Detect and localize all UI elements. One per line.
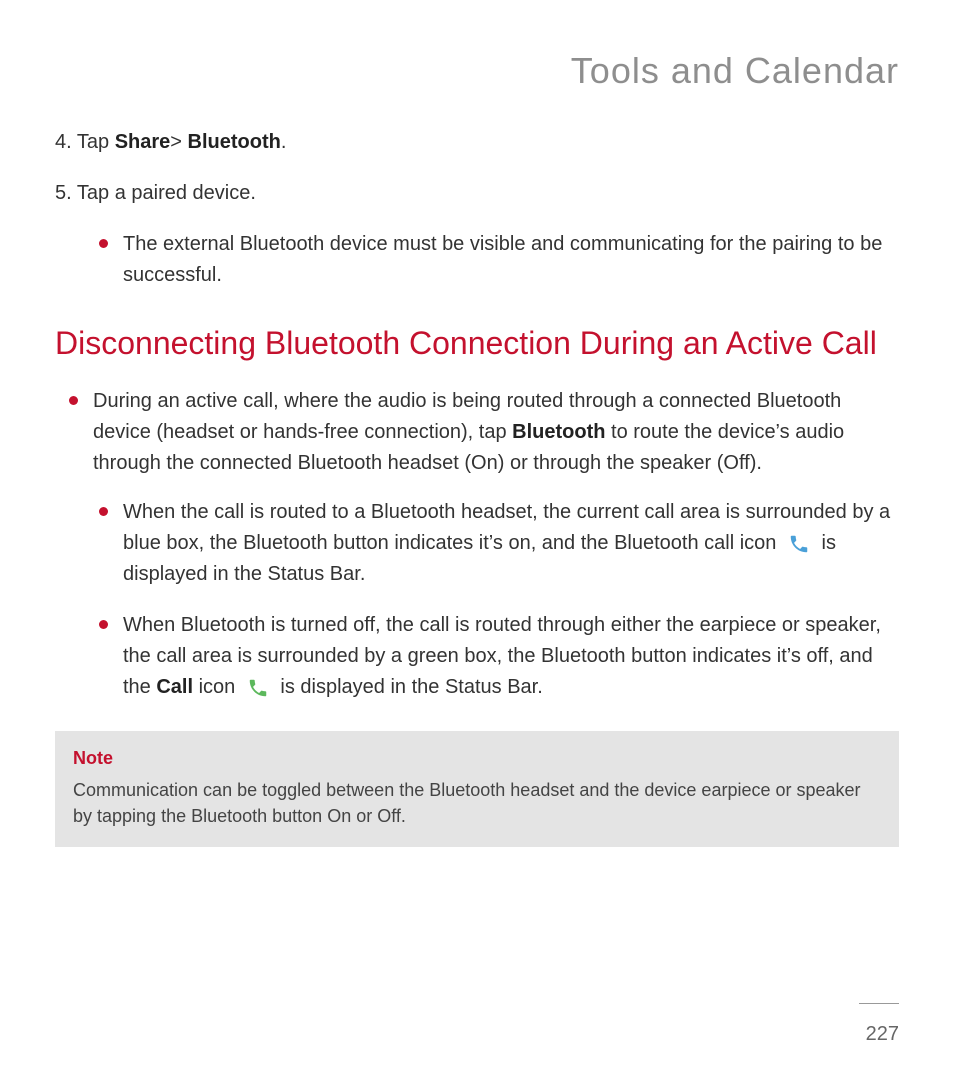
text: When the call is routed to a Bluetooth h… [123, 501, 890, 554]
manual-page: Tools and Calendar 4. Tap Share> Bluetoo… [0, 0, 954, 1074]
bold-bluetooth: Bluetooth [512, 421, 605, 443]
list-item: When the call is routed to a Bluetooth h… [123, 497, 899, 590]
step-number: 5. [55, 182, 72, 204]
list-item: When Bluetooth is turned off, the call i… [123, 610, 899, 703]
step-5-sub-list: The external Bluetooth device must be vi… [55, 229, 899, 291]
note-title: Note [73, 745, 881, 771]
list-item: During an active call, where the audio i… [93, 386, 899, 479]
section-title: Tools and Calendar [55, 50, 899, 92]
bold-bluetooth: Bluetooth [188, 131, 281, 153]
list-item: The external Bluetooth device must be vi… [123, 229, 899, 291]
footer-rule [859, 1003, 899, 1004]
step-text: Tap [77, 131, 115, 153]
bluetooth-call-icon [788, 533, 810, 555]
separator: > [170, 131, 187, 153]
step-text-end: . [281, 131, 287, 153]
step-4: 4. Tap Share> Bluetooth. [55, 127, 899, 158]
sub-bullet-list: When the call is routed to a Bluetooth h… [55, 497, 899, 703]
bold-share: Share [115, 131, 171, 153]
note-box: Note Communication can be toggled betwee… [55, 731, 899, 847]
text: is displayed in the Status Bar. [275, 676, 543, 698]
step-number: 4. [55, 131, 72, 153]
heading-disconnecting: Disconnecting Bluetooth Connection Durin… [55, 325, 899, 362]
step-text: Tap a paired device. [77, 182, 256, 204]
note-body: Communication can be toggled between the… [73, 777, 881, 829]
main-bullet-list: During an active call, where the audio i… [55, 386, 899, 479]
bold-call: Call [156, 676, 193, 698]
page-number: 227 [866, 1023, 899, 1046]
text: icon [193, 676, 241, 698]
step-5: 5. Tap a paired device. [55, 178, 899, 209]
call-icon [247, 677, 269, 699]
